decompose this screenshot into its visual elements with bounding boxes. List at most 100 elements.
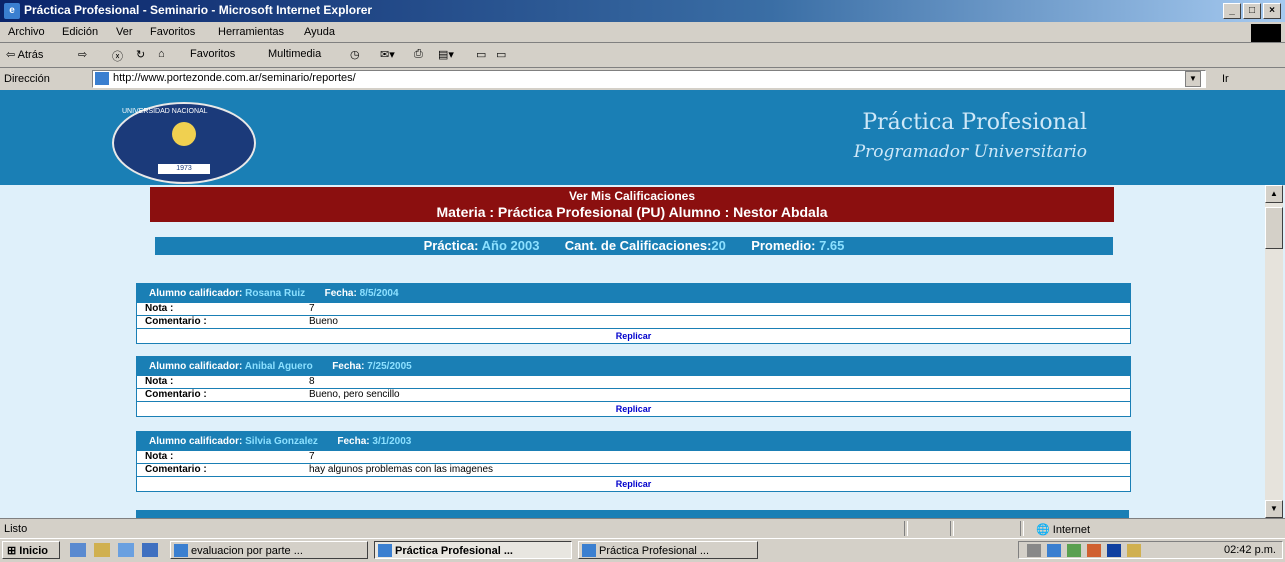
grade-card: Alumno calificador: Silvia Gonzalez Fech… — [136, 431, 1131, 492]
page-header: Ver Mis Calificaciones Materia : Práctic… — [150, 187, 1114, 222]
replicar-link[interactable]: Replicar — [137, 477, 1130, 491]
close-button[interactable]: × — [1263, 3, 1281, 19]
address-dropdown-icon[interactable]: ▼ — [1185, 71, 1201, 87]
status-divider — [1020, 521, 1024, 536]
comentario-value: hay algunos problemas con las imagenes — [309, 464, 493, 475]
task-label: Práctica Profesional ... — [395, 545, 513, 557]
go-button[interactable]: Ir — [1222, 73, 1229, 85]
summary-bar: Práctica: Año 2003 Cant. de Calificacion… — [155, 237, 1113, 255]
menu-bar: Archivo Edición Ver Favoritos Herramient… — [0, 22, 1285, 43]
alumno-label: Alumno calificador: — [149, 361, 245, 372]
task-label: evaluacion por parte ... — [191, 545, 303, 557]
status-divider — [904, 521, 908, 536]
menu-herramientas[interactable]: Herramientas — [218, 26, 284, 38]
address-input[interactable]: http://www.portezonde.com.ar/seminario/r… — [92, 70, 1206, 88]
home-button[interactable]: ⌂ — [158, 48, 165, 60]
comentario-label: Comentario : — [145, 316, 207, 327]
card-header: Alumno calificador: Rosana Ruiz Fecha: 8… — [137, 284, 1130, 303]
discuss-icon[interactable]: ▭ — [476, 48, 486, 61]
fecha-value: 3/1/2003 — [372, 436, 412, 447]
vertical-scrollbar[interactable]: ▲ ▼ — [1265, 185, 1283, 518]
antivirus-icon[interactable] — [1067, 544, 1081, 557]
history-icon[interactable]: ◷ — [350, 48, 360, 61]
replicar-link[interactable]: Replicar — [137, 329, 1130, 343]
multimedia-button[interactable]: Multimedia — [268, 48, 321, 60]
menu-edicion[interactable]: Edición — [62, 26, 98, 38]
back-button[interactable]: ⇦ Atrás — [6, 48, 43, 61]
start-label: Inicio — [19, 545, 49, 557]
comentario-value: Bueno — [309, 316, 338, 327]
menu-favoritos[interactable]: Favoritos — [150, 26, 195, 38]
task-label: Práctica Profesional ... — [599, 545, 710, 557]
comentario-row: Comentario : hay algunos problemas con la… — [137, 464, 1130, 477]
status-divider — [950, 521, 954, 536]
address-label: Dirección — [4, 73, 50, 85]
ie-icon — [582, 544, 596, 557]
edit-icon[interactable]: ▤▾ — [438, 48, 454, 61]
quicklaunch-folder-icon[interactable] — [94, 543, 110, 557]
alumno-name: Rosana Ruiz — [245, 288, 306, 299]
zone-label: Internet — [1052, 524, 1091, 536]
forward-button[interactable]: ⇨ — [78, 48, 87, 61]
address-url[interactable]: http://www.portezonde.com.ar/seminario/r… — [113, 72, 356, 84]
scroll-down-icon[interactable]: ▼ — [1265, 500, 1283, 518]
fecha-label: Fecha: — [324, 288, 360, 299]
promedio-value: 7.65 — [819, 238, 845, 253]
network-icon[interactable] — [1047, 544, 1061, 557]
nota-row: Nota : 7 — [137, 303, 1130, 316]
nota-row: Nota : 8 — [137, 376, 1130, 389]
taskbar-item-active[interactable]: Práctica Profesional ... — [374, 541, 572, 559]
cant-label: Cant. de Calificaciones: — [564, 238, 712, 253]
alumno-label: Alumno calificador: — [149, 288, 246, 299]
minimize-button[interactable]: _ — [1223, 3, 1241, 19]
nota-value: 7 — [309, 451, 315, 462]
replicar-link[interactable]: Replicar — [137, 402, 1130, 416]
comentario-label: Comentario : — [145, 464, 207, 475]
quicklaunch-ie-icon[interactable] — [70, 543, 86, 557]
volume-icon[interactable] — [1027, 544, 1041, 557]
window-titlebar[interactable]: e Práctica Profesional - Seminario - Mic… — [0, 0, 1285, 22]
print-icon[interactable]: ⎙ — [414, 48, 423, 61]
alumno-label: Alumno calificador: — [149, 436, 246, 447]
internet-zone: 🌐 Internet — [1036, 524, 1091, 536]
favorites-button[interactable]: Favoritos — [190, 48, 235, 60]
word-icon — [174, 544, 188, 557]
practica-label: Práctica: — [423, 238, 482, 253]
sun-icon — [172, 122, 196, 146]
taskbar-item[interactable]: Práctica Profesional ... — [578, 541, 758, 559]
refresh-button[interactable]: ↻ — [136, 48, 145, 61]
comentario-value: Bueno, pero sencillo — [309, 389, 400, 400]
quicklaunch-media-icon[interactable] — [142, 543, 158, 557]
scroll-thumb[interactable] — [1265, 207, 1283, 249]
promedio-label: Promedio: — [751, 238, 820, 253]
page-icon — [95, 72, 109, 85]
nota-label: Nota : — [145, 303, 174, 314]
menu-ver[interactable]: Ver — [116, 26, 133, 38]
banner-subtitle: Programador Universitario — [853, 142, 1087, 162]
stop-button[interactable]: ⓧ — [112, 48, 123, 64]
maximize-button[interactable]: □ — [1243, 3, 1261, 19]
status-text: Listo — [4, 523, 28, 535]
tray-app-icon[interactable] — [1087, 544, 1101, 557]
comentario-label: Comentario : — [145, 389, 207, 400]
messenger-icon[interactable]: ▭ — [496, 48, 506, 61]
university-seal-logo: UNIVERSIDAD NACIONAL 1973 — [112, 102, 256, 184]
grade-card: Alumno calificador: Rosana Ruiz Fecha: 8… — [136, 283, 1131, 344]
taskbar: ⊞ Inicio evaluacion por parte ... Prácti… — [0, 538, 1285, 562]
fecha-label: Fecha: — [332, 361, 368, 372]
alumno-name: Anibal Aguero — [244, 361, 313, 372]
taskbar-item[interactable]: evaluacion por parte ... — [170, 541, 368, 559]
quicklaunch-desktop-icon[interactable] — [118, 543, 134, 557]
clock: 02:42 p.m. — [1224, 544, 1276, 556]
mail-icon[interactable]: ✉▾ — [380, 48, 395, 61]
menu-ayuda[interactable]: Ayuda — [304, 26, 335, 38]
language-icon[interactable] — [1107, 544, 1121, 557]
tray-folder-icon[interactable] — [1127, 544, 1141, 557]
alumno-name: Silvia Gonzalez — [245, 436, 318, 447]
site-banner: UNIVERSIDAD NACIONAL 1973 Práctica Profe… — [0, 90, 1285, 185]
page-title: Ver Mis Calificaciones — [568, 189, 696, 203]
grade-card: Alumno calificador: Anibal Aguero Fecha:… — [136, 356, 1131, 417]
start-button[interactable]: ⊞ Inicio — [2, 541, 60, 559]
scroll-up-icon[interactable]: ▲ — [1265, 185, 1283, 203]
menu-archivo[interactable]: Archivo — [8, 26, 45, 38]
